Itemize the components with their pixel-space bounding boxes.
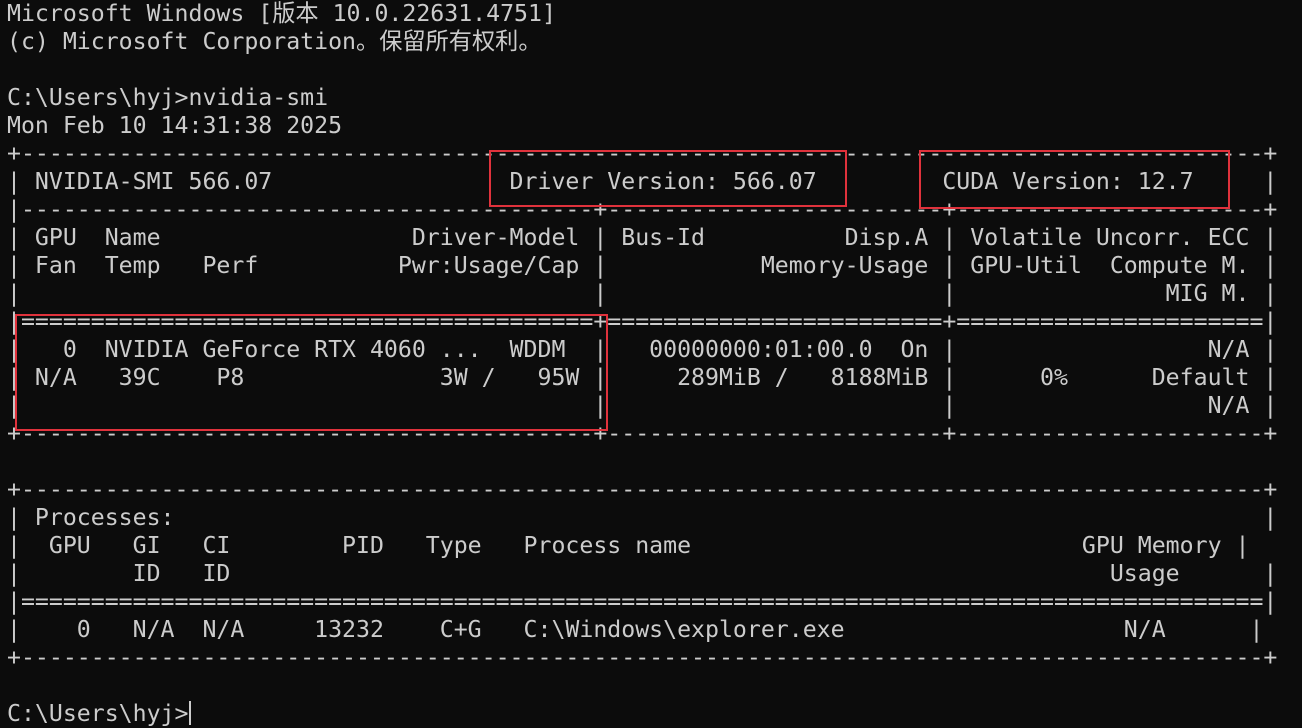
smi-header-row: | | | MIG M. | [7, 280, 1278, 307]
smi-header-separator: |---------------------------------------… [7, 196, 1278, 223]
smi-header-row: | Fan Temp Perf Pwr:Usage/Cap | Memory-U… [7, 252, 1278, 279]
processes-double-separator: |=======================================… [7, 588, 1278, 615]
smi-double-separator: |=======================================… [7, 308, 1278, 335]
gpu-row: | 0 NVIDIA GeForce RTX 4060 ... WDDM | 0… [7, 336, 1278, 363]
smi-table-border-top: +---------------------------------------… [7, 140, 1278, 167]
gpu-row: | N/A 39C P8 3W / 95W | 289MiB / 8188MiB… [7, 364, 1278, 391]
text-cursor [189, 701, 192, 725]
processes-table-border-top: +---------------------------------------… [7, 476, 1278, 503]
terminal-window[interactable]: Microsoft Windows [版本 10.0.22631.4751] (c… [7, 0, 1277, 728]
final-prompt: C:\Users\hyj> [7, 700, 189, 727]
command-line: C:\Users\hyj>nvidia-smi [7, 84, 1277, 112]
processes-title-row: | Processes: | [7, 504, 1278, 531]
os-version-line: Microsoft Windows [版本 10.0.22631.4751] [7, 0, 556, 27]
gpu-row: | | | N/A | [7, 392, 1278, 419]
command-text: nvidia-smi [188, 84, 329, 111]
smi-header-row: | GPU Name Driver-Model | Bus-Id Disp.A … [7, 224, 1278, 251]
command-prompt: C:\Users\hyj> [7, 84, 189, 111]
processes-header-row: | GPU GI CI PID Type Process name GPU Me… [7, 532, 1250, 559]
smi-table-border-bottom: +---------------------------------------… [7, 420, 1278, 447]
smi-summary-row: | NVIDIA-SMI 566.07 Driver Version: 566.… [7, 168, 1278, 195]
final-prompt-line[interactable]: C:\Users\hyj> [7, 700, 1277, 728]
processes-header-row: | ID ID Usage | [7, 560, 1278, 587]
timestamp-line: Mon Feb 10 14:31:38 2025 [7, 112, 343, 139]
process-row: | 0 N/A N/A 13232 C+G C:\Windows\explore… [7, 616, 1264, 643]
copyright-line: (c) Microsoft Corporation。保留所有权利。 [7, 28, 542, 55]
processes-table-border-bottom: +---------------------------------------… [7, 644, 1278, 671]
